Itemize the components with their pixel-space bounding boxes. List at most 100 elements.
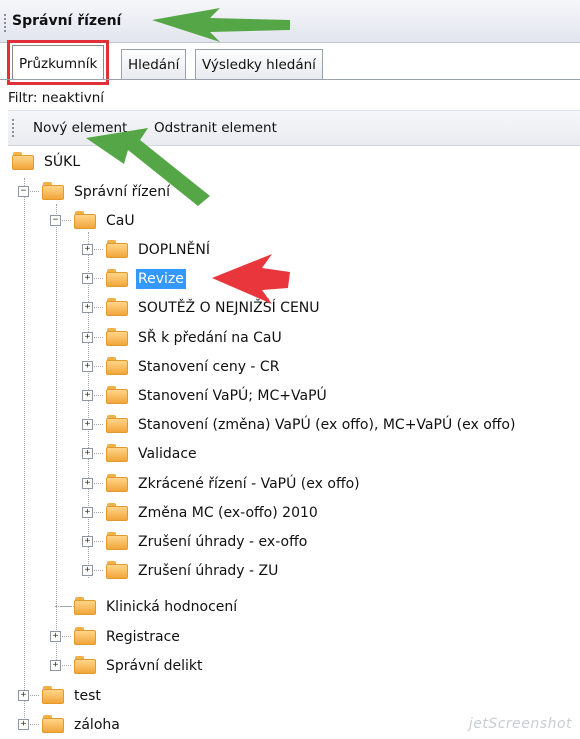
tree-node-label[interactable]: DOPLNĚNÍ [136, 240, 212, 260]
expand-icon[interactable]: + [50, 631, 61, 642]
tab-vysledky-hledani[interactable]: Výsledky hledání [195, 49, 323, 80]
tree-node-registrace[interactable]: + Registrace [0, 625, 580, 651]
tree-node-cau-child[interactable]: + Zkrácené řízení - VaPÚ (ex offo) [0, 472, 580, 498]
tree-node-label[interactable]: Zrušení úhrady - ex-offo [136, 532, 309, 552]
tree-node-label[interactable]: SOUTĚŽ O NEJNIŽŠÍ CENU [136, 298, 322, 318]
collapse-icon[interactable]: − [18, 186, 29, 197]
tree-node-test[interactable]: + test [0, 684, 580, 710]
folder-icon [106, 269, 128, 287]
tree-node-label[interactable]: Změna MC (ex-offo) 2010 [136, 503, 320, 523]
expand-icon[interactable]: + [82, 244, 93, 255]
expand-icon[interactable]: + [82, 419, 93, 430]
toolbar: Nový element Odstranit element [8, 110, 580, 146]
tree-node-label[interactable]: CaU [104, 211, 137, 231]
folder-icon [106, 386, 128, 404]
expand-icon[interactable]: + [82, 448, 93, 459]
tree-node-cau-child[interactable]: + Stanovení ceny - CR [0, 355, 580, 381]
tree-node-label[interactable]: Zkrácené řízení - VaPÚ (ex offo) [136, 474, 362, 494]
folder-icon [42, 715, 64, 733]
folder-icon [106, 328, 128, 346]
tree-node-label[interactable]: Registrace [104, 627, 182, 647]
collapse-icon[interactable]: − [50, 215, 61, 226]
tree-node-cau-child[interactable]: + Zrušení úhrady - ZU [0, 559, 580, 585]
folder-icon [74, 597, 96, 615]
tree-node-cau-child[interactable]: + Stanovení VaPÚ; MC+VaPÚ [0, 384, 580, 410]
folder-icon [106, 503, 128, 521]
expand-icon[interactable]: + [18, 719, 29, 730]
tree-node-label[interactable]: test [72, 686, 103, 706]
tree-node-label[interactable]: SŘ k předání na CaU [136, 328, 284, 348]
folder-icon [106, 561, 128, 579]
tree-node-cau-child[interactable]: + Stanovení (změna) VaPÚ (ex offo), MC+Va… [0, 413, 580, 439]
folder-body-shape [106, 272, 128, 287]
folder-body-shape [12, 155, 34, 170]
tree-node-label[interactable]: Správní delikt [104, 656, 204, 676]
tree-node-spravni-rizeni[interactable]: − Správní řízení [0, 180, 580, 206]
expand-icon[interactable]: + [82, 565, 93, 576]
tree-node-label[interactable]: záloha [72, 715, 122, 735]
watermark: jetScreenshot [468, 716, 572, 732]
folder-icon [42, 686, 64, 704]
tree-node-label[interactable]: Zrušení úhrady - ZU [136, 561, 280, 581]
folder-icon [106, 357, 128, 375]
toolbar-grip [12, 119, 17, 137]
expand-icon[interactable]: + [82, 536, 93, 547]
folder-body-shape [106, 360, 128, 375]
tab-strip: Průzkumník Hledání Výsledky hledání [0, 40, 580, 88]
folder-body-shape [74, 214, 96, 229]
expand-icon[interactable]: + [82, 273, 93, 284]
expand-icon[interactable]: + [82, 507, 93, 518]
tree-node-cau[interactable]: − CaU [0, 209, 580, 235]
new-element-button[interactable]: Nový element [33, 120, 127, 136]
tree-node-label[interactable]: SÚKL [42, 152, 82, 172]
tree-node-cau-child[interactable]: + SŘ k předání na CaU [0, 326, 580, 352]
tree-node-sukl[interactable]: SÚKL [0, 150, 580, 176]
expand-icon[interactable]: + [50, 660, 61, 671]
expand-icon[interactable]: + [82, 478, 93, 489]
expand-icon[interactable]: + [82, 302, 93, 313]
folder-icon [42, 182, 64, 200]
folder-body-shape [106, 447, 128, 462]
tree-node-label[interactable]: Klinická hodnocení [104, 597, 239, 617]
folder-body-shape [106, 564, 128, 579]
folder-icon [106, 298, 128, 316]
header-grip [4, 14, 9, 32]
panel-title: Správní řízení [12, 13, 122, 29]
tree-node-label[interactable]: Správní řízení [72, 182, 172, 202]
tree-node-cau-child[interactable]: + Zrušení úhrady - ex-offo [0, 530, 580, 556]
tree-node-spravni-delikt[interactable]: + Správní delikt [0, 654, 580, 680]
tree-node-klinicka-hodnoceni[interactable]: Klinická hodnocení [0, 595, 580, 621]
folder-body-shape [74, 630, 96, 645]
expand-icon[interactable]: + [18, 690, 29, 701]
folder-body-shape [74, 600, 96, 615]
tab-hledani[interactable]: Hledání [121, 49, 187, 80]
tree-connector [55, 606, 71, 607]
tree-node-label[interactable]: Stanovení ceny - CR [136, 357, 281, 377]
expand-icon[interactable]: + [82, 390, 93, 401]
tab-pruzkumnik[interactable]: Průzkumník [6, 40, 110, 85]
tree-node-label[interactable]: Stanovení (změna) VaPÚ (ex offo), MC+VaP… [136, 415, 517, 435]
folder-body-shape [106, 418, 128, 433]
tree-node-cau-child[interactable]: + Revize [0, 267, 580, 293]
panel-header: Správní řízení [0, 0, 580, 43]
folder-icon [106, 444, 128, 462]
folder-body-shape [42, 718, 64, 733]
tree-node-label[interactable]: Stanovení VaPÚ; MC+VaPÚ [136, 386, 329, 406]
tree-node-cau-child[interactable]: + SOUTĚŽ O NEJNIŽŠÍ CENU [0, 296, 580, 322]
tree-node-label-selected[interactable]: Revize [136, 269, 186, 289]
tree-node-label[interactable]: Validace [136, 444, 199, 464]
folder-icon [106, 474, 128, 492]
expand-icon[interactable]: + [82, 332, 93, 343]
tree-node-cau-child[interactable]: + DOPLNĚNÍ [0, 238, 580, 264]
folder-body-shape [42, 689, 64, 704]
folder-icon [74, 656, 96, 674]
tree-node-cau-child[interactable]: + Změna MC (ex-offo) 2010 [0, 501, 580, 527]
expand-icon[interactable]: + [82, 361, 93, 372]
folder-body-shape [106, 477, 128, 492]
folder-icon [106, 415, 128, 433]
folder-body-shape [106, 506, 128, 521]
tree-node-cau-child[interactable]: + Validace [0, 442, 580, 468]
filter-status: Filtr: neaktivní [8, 90, 105, 106]
folder-icon [74, 627, 96, 645]
remove-element-button[interactable]: Odstranit element [154, 120, 277, 136]
